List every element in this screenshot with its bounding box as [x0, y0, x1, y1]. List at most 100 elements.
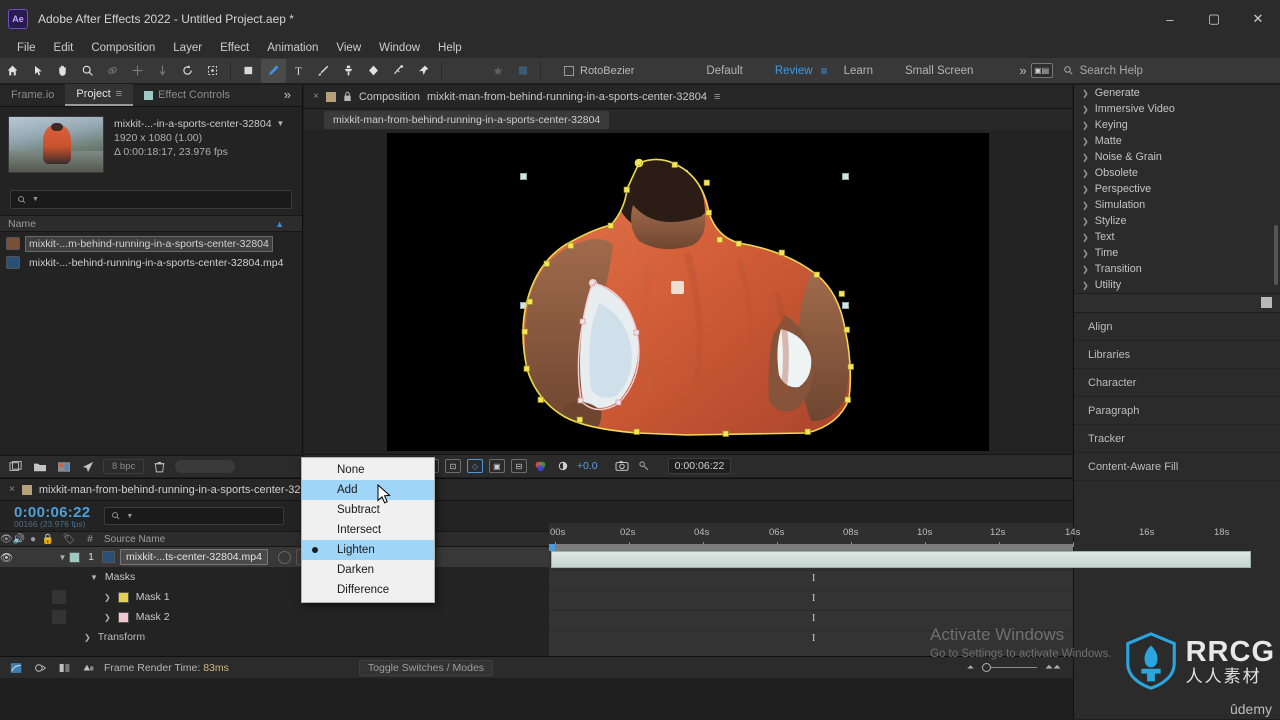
- effect-category-matte[interactable]: ❯ Matte: [1074, 133, 1280, 149]
- roto-brush-tool-icon[interactable]: [386, 59, 411, 83]
- transparency-grid-icon[interactable]: ⊟: [510, 459, 527, 473]
- effect-category-perspective[interactable]: ❯ Perspective: [1074, 181, 1280, 197]
- timeline-search-input[interactable]: ▼: [104, 507, 285, 525]
- new-folder-icon[interactable]: [31, 459, 48, 474]
- search-dropdown-icon[interactable]: ▼: [126, 513, 133, 520]
- mask-feather-tool-icon[interactable]: [510, 59, 535, 83]
- project-column-name[interactable]: Name: [8, 218, 36, 230]
- workspace-default[interactable]: Default: [690, 65, 758, 77]
- composition-menu-icon[interactable]: ≡: [714, 91, 720, 103]
- effect-category-simulation[interactable]: ❯ Simulation: [1074, 197, 1280, 213]
- pen-tool-icon[interactable]: [261, 58, 286, 83]
- effect-category-keying[interactable]: ❯ Keying: [1074, 117, 1280, 133]
- timeline-current-time-group[interactable]: 0:00:06:22 00166 (23.976 fps): [14, 504, 90, 529]
- composition-canvas[interactable]: [387, 133, 989, 451]
- hand-tool-icon[interactable]: [50, 59, 75, 83]
- workspace-small-screen[interactable]: Small Screen: [889, 65, 989, 77]
- search-help[interactable]: Search Help: [1063, 65, 1143, 77]
- effect-category-noise-grain[interactable]: ❯ Noise & Grain: [1074, 149, 1280, 165]
- tab-frameio[interactable]: Frame.io: [0, 84, 65, 106]
- workspace-layout-icon[interactable]: ▣▤: [1030, 63, 1053, 78]
- layer-source-name[interactable]: mixkit-...ts-center-32804.mp4: [120, 549, 268, 565]
- mask-2-switch-cell[interactable]: [52, 610, 66, 624]
- menu-effect[interactable]: Effect: [211, 38, 258, 58]
- composition-viewport[interactable]: [304, 130, 1072, 454]
- menu-window[interactable]: Window: [370, 38, 429, 58]
- panel-paragraph[interactable]: Paragraph: [1074, 397, 1280, 425]
- menu-help[interactable]: Help: [429, 38, 471, 58]
- orbit-tool-icon[interactable]: [100, 59, 125, 83]
- zoom-tool-icon[interactable]: [75, 59, 100, 83]
- minimize-button[interactable]: –: [1148, 0, 1192, 38]
- rotation-tool-icon[interactable]: [175, 59, 200, 83]
- layer-visibility-icon[interactable]: 👁: [0, 551, 13, 564]
- rotobezier-option[interactable]: RotoBezier: [564, 65, 634, 77]
- brainstorm-icon[interactable]: [80, 660, 96, 675]
- anchor-point-tool-icon[interactable]: [200, 59, 225, 83]
- effect-category-stylize[interactable]: ❯ Stylize: [1074, 213, 1280, 229]
- close-button[interactable]: ✕: [1236, 0, 1280, 38]
- layer-number-column[interactable]: #: [82, 534, 98, 545]
- interpret-footage-icon[interactable]: [79, 459, 96, 474]
- menu-item-add[interactable]: Add: [302, 480, 434, 500]
- pan-tool-icon[interactable]: [125, 59, 150, 83]
- dolly-tool-icon[interactable]: [150, 59, 175, 83]
- mask-mode-dropdown-menu[interactable]: None Add Subtract Intersect Lighten Dark…: [301, 457, 435, 603]
- effect-category-utility[interactable]: ❯ Utility: [1074, 277, 1280, 293]
- menu-item-darken[interactable]: Darken: [302, 560, 434, 580]
- timeline-current-time[interactable]: 0:00:06:22: [14, 504, 90, 521]
- favorite-star-icon[interactable]: [485, 59, 510, 83]
- panel-align[interactable]: Align: [1074, 313, 1280, 341]
- solo-icon[interactable]: ●: [26, 534, 40, 545]
- workspace-learn[interactable]: Learn: [828, 65, 889, 77]
- menu-animation[interactable]: Animation: [258, 38, 327, 58]
- project-search-input[interactable]: ▼: [10, 190, 292, 209]
- work-area-bar[interactable]: [549, 544, 1073, 551]
- preview-dropdown-icon[interactable]: ▼: [277, 117, 285, 131]
- effects-scrollbar[interactable]: [1274, 225, 1278, 285]
- mask-1-switch-cell[interactable]: [52, 590, 66, 604]
- menu-item-none[interactable]: None: [302, 460, 434, 480]
- brush-tool-icon[interactable]: [311, 59, 336, 83]
- project-item-composition[interactable]: mixkit-...m-behind-running-in-a-sports-c…: [0, 234, 302, 253]
- grid-icon[interactable]: ⊡: [444, 459, 461, 473]
- show-snapshot-icon[interactable]: [636, 459, 652, 474]
- menu-edit[interactable]: Edit: [45, 38, 83, 58]
- timeline-zoom-slider[interactable]: ⏶ ⏶⏶: [967, 662, 1073, 673]
- parent-pickwhip-icon[interactable]: [277, 550, 291, 564]
- menu-layer[interactable]: Layer: [164, 38, 211, 58]
- maximize-button[interactable]: ▢: [1192, 0, 1236, 38]
- eraser-tool-icon[interactable]: [361, 59, 386, 83]
- composition-timecode[interactable]: 0:00:06:22: [667, 458, 732, 474]
- zoom-slider-thumb[interactable]: [982, 663, 991, 672]
- workspace-overflow-icon[interactable]: »: [1019, 63, 1026, 78]
- transform-expand-icon[interactable]: ❯: [84, 633, 91, 642]
- work-area-start-handle[interactable]: [549, 544, 555, 551]
- source-name-column[interactable]: Source Name: [104, 534, 165, 545]
- effect-category-time[interactable]: ❯ Time: [1074, 245, 1280, 261]
- zoom-slider-track[interactable]: [982, 663, 1037, 672]
- search-dropdown-icon[interactable]: ▼: [32, 196, 39, 203]
- video-visibility-icon[interactable]: 👁: [0, 534, 13, 545]
- timeline-search-field[interactable]: [138, 510, 278, 522]
- sort-ascending-icon[interactable]: ▲: [275, 219, 284, 229]
- menu-item-subtract[interactable]: Subtract: [302, 500, 434, 520]
- exposure-value[interactable]: +0.0: [577, 460, 598, 472]
- mask-1-expand-icon[interactable]: ❯: [104, 593, 111, 602]
- bit-depth-label[interactable]: 8 bpc: [103, 459, 145, 474]
- masks-expand-icon[interactable]: ▼: [90, 573, 98, 582]
- layer-expand-icon[interactable]: ▼: [56, 553, 69, 562]
- zoom-in-icon[interactable]: ⏶⏶: [1045, 662, 1061, 673]
- composition-close-icon[interactable]: ×: [313, 91, 319, 102]
- effect-category-transition[interactable]: ❯ Transition: [1074, 261, 1280, 277]
- snapshot-icon[interactable]: [614, 459, 630, 474]
- graph-editor-icon[interactable]: [8, 660, 24, 675]
- panel-character[interactable]: Character: [1074, 369, 1280, 397]
- effect-category-generate[interactable]: ❯ Generate: [1074, 85, 1280, 101]
- new-composition-icon[interactable]: [7, 459, 24, 474]
- mask-2-expand-icon[interactable]: ❯: [104, 613, 111, 622]
- timeline-close-icon[interactable]: ×: [9, 484, 15, 495]
- rotobezier-checkbox[interactable]: [564, 65, 574, 76]
- delete-icon[interactable]: [151, 459, 168, 474]
- new-effect-icon[interactable]: [1261, 297, 1272, 308]
